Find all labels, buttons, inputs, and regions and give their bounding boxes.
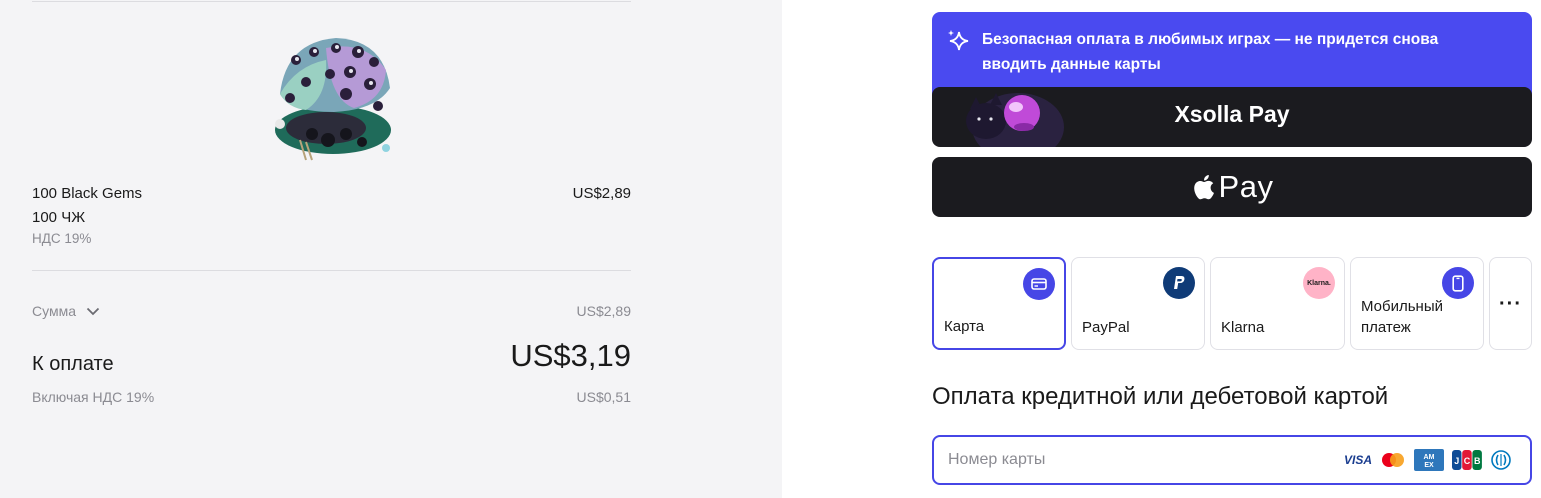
top-divider [32, 1, 631, 2]
summary-divider [32, 270, 631, 271]
xsolla-pay-button[interactable]: Xsolla Pay [932, 87, 1532, 147]
item-vat: НДС 19% [32, 231, 92, 246]
amex-icon: AM EX [1414, 449, 1444, 471]
card-number-input[interactable] [948, 437, 1328, 483]
method-card-label: Карта [944, 318, 985, 335]
method-mobile[interactable]: Мобильный платеж [1350, 257, 1484, 350]
total-label: К оплате [32, 353, 114, 375]
svg-text:EX: EX [1424, 462, 1434, 469]
apple-icon [1193, 175, 1214, 200]
jcb-icon: J C B [1452, 449, 1482, 471]
vat-included-label: Включая НДС 19% [32, 389, 155, 405]
sum-value: US$2,89 [576, 303, 631, 319]
total-value: US$3,19 [510, 338, 631, 373]
method-paypal[interactable]: PayPal [1071, 257, 1205, 350]
klarna-icon: Klarna. [1303, 267, 1335, 299]
method-klarna-label: Klarna [1221, 319, 1265, 336]
sparkle-icon [948, 30, 969, 51]
card-icon [1023, 268, 1055, 300]
paypal-icon [1163, 267, 1195, 299]
more-methods-button[interactable]: ··· [1489, 257, 1532, 350]
svg-text:J: J [1454, 456, 1459, 466]
svg-text:C: C [1464, 456, 1471, 466]
more-icon: ··· [1499, 293, 1522, 315]
vat-included-value: US$0,51 [576, 389, 631, 405]
sum-label: Сумма [32, 303, 76, 319]
visa-icon: VISA [1344, 449, 1372, 471]
method-klarna[interactable]: Klarna. Klarna [1210, 257, 1345, 350]
method-mobile-label: Мобильный платеж [1361, 298, 1443, 336]
method-card[interactable]: Карта [932, 257, 1066, 350]
mastercard-icon [1380, 449, 1406, 471]
banner-text: Безопасная оплата в любимых играх — не п… [982, 31, 1439, 73]
order-summary-panel: 100 Black Gems US$2,89 100 ЧЖ НДС 19% Су… [0, 0, 782, 498]
chevron-down-icon [86, 307, 100, 315]
product-image [275, 38, 391, 161]
svg-text:B: B [1474, 456, 1481, 466]
apple-pay-button[interactable]: Pay [932, 157, 1532, 217]
xsolla-pay-label: Xsolla Pay [1174, 101, 1290, 127]
apple-pay-label: Pay [1218, 169, 1274, 204]
card-form-title: Оплата кредитной или дебетовой картой [932, 383, 1389, 410]
method-paypal-label: PayPal [1082, 319, 1130, 336]
item-name: 100 Black Gems [32, 185, 143, 202]
card-brands: VISA AM EX J C B [1344, 449, 1512, 471]
mobile-icon [1442, 267, 1474, 299]
klarna-icon-text: Klarna. [1307, 279, 1331, 287]
card-number-field-wrapper: VISA AM EX J C B [932, 435, 1532, 485]
item-subtitle: 100 ЧЖ [32, 209, 86, 226]
svg-text:AM: AM [1424, 454, 1435, 461]
sum-toggle[interactable]: Сумма [32, 303, 100, 319]
diners-club-icon [1490, 449, 1512, 471]
item-price: US$2,89 [572, 185, 631, 202]
visa-label: VISA [1343, 453, 1372, 467]
